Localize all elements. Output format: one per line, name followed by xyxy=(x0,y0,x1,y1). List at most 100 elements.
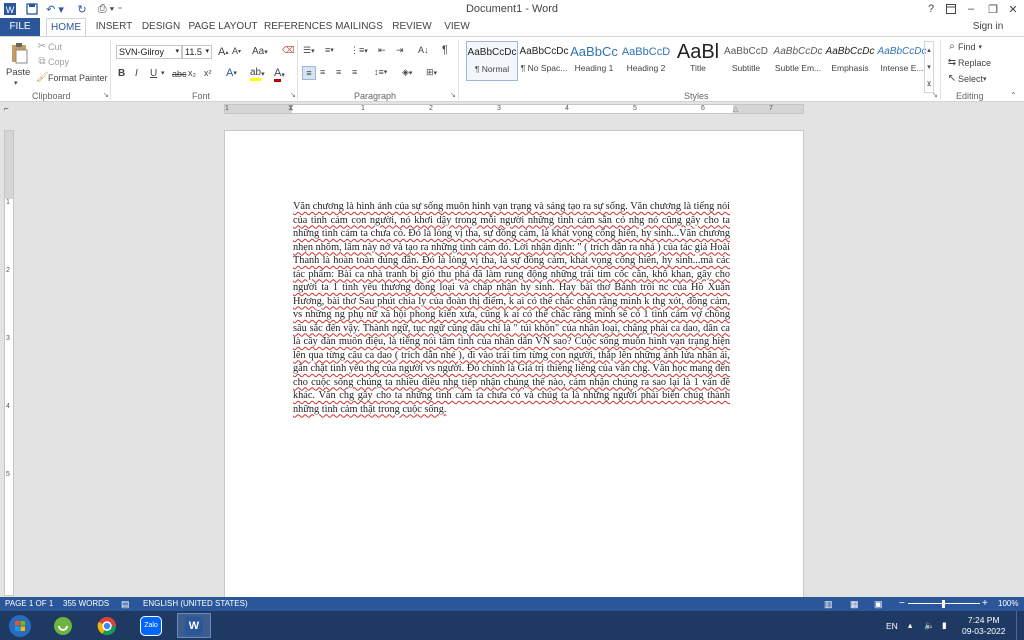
restore-button[interactable]: ❐ xyxy=(984,1,1002,17)
more-styles-icon[interactable]: ⊻ xyxy=(926,80,931,88)
bold-button[interactable]: B xyxy=(118,68,125,79)
bullets-icon[interactable]: ☰ ▾ xyxy=(303,45,315,56)
document-page[interactable]: Văn chương là hình ảnh của sự sống muôn … xyxy=(224,130,804,598)
zoom-slider-thumb[interactable] xyxy=(942,600,945,608)
borders-icon[interactable]: ⊞ ▾ xyxy=(426,67,437,78)
style-item[interactable]: AaBbCcD Subtitle xyxy=(720,41,772,81)
format-painter-button[interactable]: 🖌 Format Painter xyxy=(36,72,108,84)
input-language[interactable]: EN xyxy=(886,611,898,640)
language-status[interactable]: ENGLISH (UNITED STATES) xyxy=(143,597,248,611)
word-count[interactable]: 355 WORDS xyxy=(63,597,109,611)
replace-button[interactable]: ⇆ Replace xyxy=(946,57,991,69)
minimize-button[interactable]: – xyxy=(962,1,980,17)
word-taskbar-icon[interactable]: W xyxy=(177,613,211,638)
style-item[interactable]: AaBbCcD Heading 2 xyxy=(620,41,672,81)
indent-marker-icon[interactable]: ⧗ xyxy=(288,103,294,113)
document-body-text[interactable]: Văn chương là hình ảnh của sự sống muôn … xyxy=(293,200,730,416)
style-item[interactable]: AaBl Title xyxy=(672,41,724,81)
superscript-button[interactable]: x² xyxy=(204,68,212,78)
justify-icon[interactable]: ≡ xyxy=(352,67,357,77)
font-size-combo[interactable]: 11.5 ▾ xyxy=(182,45,212,59)
page-count[interactable]: PAGE 1 OF 1 xyxy=(5,597,53,611)
proofing-icon[interactable]: ▤ xyxy=(121,597,130,611)
select-button[interactable]: ↖ Select ▾ xyxy=(946,73,987,85)
show-formatting-marks-icon[interactable]: ¶ xyxy=(442,44,448,56)
tray-expand-icon[interactable]: ▴ xyxy=(908,611,912,640)
align-center-icon[interactable]: ≡ xyxy=(320,67,325,77)
zoom-slider[interactable] xyxy=(908,597,980,611)
collapse-ribbon-icon[interactable]: ⌃ xyxy=(1010,91,1017,100)
right-indent-marker-icon[interactable]: △ xyxy=(733,105,738,113)
underline-dropdown-icon[interactable]: ▾ xyxy=(161,69,165,77)
volume-icon[interactable]: 🔈 xyxy=(924,611,935,640)
clock[interactable]: 7:24 PM 09-03-2022 xyxy=(962,611,1005,640)
tab-selector-icon[interactable]: ⌐ xyxy=(4,104,9,113)
sign-in-link[interactable]: Sign in xyxy=(968,18,1008,36)
style-item[interactable]: AaBbCcDc Emphasis xyxy=(824,41,876,81)
cut-button[interactable]: ✂ Cut xyxy=(36,41,62,53)
style-item[interactable]: AaBbCcDc ¶ No Spac... xyxy=(518,41,570,81)
align-right-icon[interactable]: ≡ xyxy=(336,67,341,77)
styles-launcher-icon[interactable]: ↘ xyxy=(932,91,938,99)
line-spacing-icon[interactable]: ↕≡ ▾ xyxy=(374,67,387,77)
style-item[interactable]: AaBbCcDc Intense E... xyxy=(876,41,928,81)
grow-font-button[interactable]: A ▴ xyxy=(218,46,228,58)
paste-icon[interactable] xyxy=(8,40,30,66)
shading-icon[interactable]: ◈ ▾ xyxy=(402,67,412,78)
ribbon-display-options-icon[interactable] xyxy=(943,1,959,17)
scroll-down-icon[interactable]: ▾ xyxy=(927,63,931,71)
zalo-icon[interactable]: Zalo xyxy=(134,613,168,638)
tab-home[interactable]: HOME xyxy=(46,18,86,36)
zoom-out-button[interactable]: − xyxy=(899,597,905,611)
subscript-button[interactable]: x₂ xyxy=(188,68,196,78)
close-button[interactable]: ✕ xyxy=(1004,1,1022,17)
web-layout-icon[interactable]: ▣ xyxy=(874,597,883,611)
vertical-ruler[interactable]: 1 2 3 4 5 xyxy=(4,130,14,596)
numbering-icon[interactable]: ≡ ▾ xyxy=(325,45,334,55)
print-layout-icon[interactable]: ▦ xyxy=(850,597,859,611)
tab-view[interactable]: VIEW xyxy=(440,18,474,36)
clipboard-launcher-icon[interactable]: ↘ xyxy=(103,91,109,99)
horizontal-ruler[interactable]: 1 1 2 3 4 5 6 7 ⧗ △ xyxy=(224,103,804,114)
increase-indent-icon[interactable]: ⇥ xyxy=(396,45,404,56)
font-name-combo[interactable]: SVN-Gilroy ▾ xyxy=(116,45,182,59)
show-desktop-button[interactable] xyxy=(1016,611,1024,640)
style-item[interactable]: AaBbCc Heading 1 xyxy=(568,41,620,81)
tab-file[interactable]: FILE xyxy=(0,18,40,36)
chrome-icon[interactable] xyxy=(90,613,124,638)
scroll-up-icon[interactable]: ▴ xyxy=(927,46,931,54)
help-button[interactable]: ? xyxy=(923,1,939,17)
text-effects-icon[interactable]: A ▾ xyxy=(226,67,237,79)
paste-button[interactable]: Paste xyxy=(6,67,30,78)
font-color-icon[interactable]: A ▾ xyxy=(274,67,285,82)
style-item[interactable]: AaBbCcDc Subtle Em... xyxy=(772,41,824,81)
tab-mailings[interactable]: MAILINGS xyxy=(334,18,384,36)
network-icon[interactable]: ▮ xyxy=(942,611,947,640)
italic-button[interactable]: I xyxy=(135,68,138,79)
styles-scroll[interactable]: ▴ ▾ ⊻ xyxy=(924,41,934,93)
clear-formatting-icon[interactable]: ⌫ xyxy=(282,45,295,56)
underline-button[interactable]: U xyxy=(150,68,157,79)
copy-button[interactable]: ⧉ Copy xyxy=(36,56,69,68)
zoom-level[interactable]: 100% xyxy=(998,597,1018,611)
tab-review[interactable]: REVIEW xyxy=(392,18,432,36)
tab-page-layout[interactable]: PAGE LAYOUT xyxy=(188,18,258,36)
font-launcher-icon[interactable]: ↘ xyxy=(290,91,296,99)
highlight-color-icon[interactable]: ab ▾ xyxy=(250,67,265,81)
start-button[interactable] xyxy=(2,613,38,638)
green-app-icon[interactable] xyxy=(46,613,80,638)
strikethrough-button[interactable]: abc xyxy=(172,69,187,79)
paste-dropdown-icon[interactable]: ▾ xyxy=(14,79,18,87)
zoom-in-button[interactable]: + xyxy=(982,597,988,611)
decrease-indent-icon[interactable]: ⇤ xyxy=(378,45,386,56)
style-item[interactable]: AaBbCcDc ¶ Normal xyxy=(466,41,518,81)
paragraph-launcher-icon[interactable]: ↘ xyxy=(450,91,456,99)
tab-design[interactable]: DESIGN xyxy=(140,18,182,36)
find-button[interactable]: ⌕ Find ▾ xyxy=(946,41,982,53)
sort-icon[interactable]: A↓ xyxy=(418,45,429,55)
align-left-icon[interactable]: ≡ xyxy=(302,66,316,80)
tab-references[interactable]: REFERENCES xyxy=(264,18,332,36)
change-case-button[interactable]: Aa ▾ xyxy=(252,46,268,57)
tab-insert[interactable]: INSERT xyxy=(92,18,136,36)
multilevel-list-icon[interactable]: ⋮≡ ▾ xyxy=(350,45,368,56)
